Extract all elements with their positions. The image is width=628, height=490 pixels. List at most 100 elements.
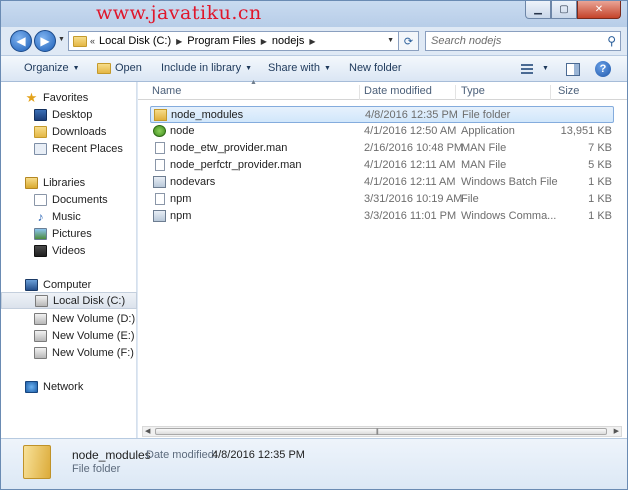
nav-music[interactable]: ♪ Music [1,208,137,225]
nav-label: New Volume (D:) [52,312,136,325]
file-date: 4/8/2016 12:35 PM [365,109,458,121]
grip-icon: ||| [376,429,379,435]
breadcrumb-nodejs[interactable]: nodejs [272,35,304,47]
nav-desktop[interactable]: Desktop [1,106,137,123]
file-row[interactable]: node_etw_provider.man 2/16/2016 10:48 PM… [150,140,614,157]
file-date: 2/16/2016 10:48 PM [364,142,464,154]
scroll-left-arrow-icon[interactable]: ◀ [145,427,150,436]
nav-libraries[interactable]: Libraries [1,174,137,191]
nav-new-volume-e[interactable]: New Volume (E:) [1,327,137,344]
include-in-library-button[interactable]: Include in library ▼ [161,62,252,74]
open-label: Open [115,62,142,74]
file-row[interactable]: node_modules 4/8/2016 12:35 PM File fold… [150,106,614,123]
music-note-icon: ♪ [37,209,44,224]
nav-computer[interactable]: Computer [1,276,137,293]
dropdown-arrow-icon: ▼ [72,64,80,72]
command-bar: Organize ▼ Open Include in library ▼ Share… [1,55,627,82]
new-folder-label: New folder [349,62,402,74]
pictures-icon [34,227,47,240]
file-row[interactable]: node 4/1/2016 12:50 AM Application 13,95… [150,123,614,140]
desktop-icon [34,108,47,121]
folder-icon [154,109,167,121]
nav-favorites[interactable]: ★ Favorites [1,89,137,106]
nav-label: Local Disk (C:) [53,294,126,307]
file-size: 5 KB [588,159,612,171]
nav-videos[interactable]: Videos [1,242,137,259]
close-button[interactable]: ✕ [577,1,621,19]
nav-new-volume-d[interactable]: New Volume (D:) [1,310,137,327]
column-header-type[interactable]: Type [461,85,551,100]
file-type: MAN File [461,159,507,171]
address-overflow-chevron[interactable]: « [90,36,95,46]
scrollbar-thumb[interactable]: ||| [155,428,607,435]
nav-network[interactable]: Network [1,378,137,395]
batch-file-icon [153,176,166,188]
recent-pages-dropdown-icon[interactable]: ▼ [58,36,65,43]
back-button[interactable]: ◀ [10,30,32,52]
file-type: MAN File [461,142,507,154]
large-folder-icon [23,445,51,479]
nav-label: New Volume (E:) [52,329,135,342]
file-icon [155,193,165,205]
nav-local-disk-c[interactable]: Local Disk (C:) [1,292,137,309]
batch-file-icon [153,210,166,222]
help-icon[interactable]: ? [595,61,611,77]
column-header-name[interactable]: Name [152,85,360,100]
nav-label: Pictures [52,227,92,240]
preview-pane-icon[interactable] [566,63,580,76]
search-box[interactable]: ⚲ [425,31,621,51]
maximize-button[interactable]: ▢ [551,1,577,19]
search-icon[interactable]: ⚲ [607,34,616,48]
open-button[interactable]: Open [97,62,142,74]
details-item-name: node_modules [72,448,151,462]
drive-icon [34,312,47,325]
breadcrumb-program-files[interactable]: Program Files [187,35,255,47]
nav-documents[interactable]: Documents [1,191,137,208]
address-bar[interactable]: « Local Disk (C:) ▶ Program Files ▶ node… [68,31,399,51]
minimize-button[interactable]: ▁ [525,1,551,19]
address-dropdown-icon[interactable]: ▼ [387,37,394,44]
breadcrumb-separator-icon[interactable]: ▶ [309,37,315,46]
horizontal-scrollbar[interactable]: ◀ ||| ▶ [142,426,622,437]
share-with-button[interactable]: Share with ▼ [268,62,331,74]
maximize-icon: ▢ [559,4,569,15]
refresh-button[interactable]: ⟳ [399,31,419,51]
breadcrumb-separator-icon[interactable]: ▶ [261,37,267,46]
file-size: 1 KB [588,210,612,222]
file-row[interactable]: npm 3/31/2016 10:19 AM File 1 KB [150,191,614,208]
file-date: 4/1/2016 12:50 AM [364,125,457,137]
file-name: node [170,125,195,137]
column-header-size[interactable]: Size [558,85,618,100]
file-name: npm [170,193,192,205]
file-row[interactable]: npm 3/3/2016 11:01 PM Windows Comma... 1… [150,208,614,225]
nav-label: Network [43,380,84,393]
file-date: 4/1/2016 12:11 AM [364,159,456,171]
breadcrumb-separator-icon[interactable]: ▶ [176,37,182,46]
file-date: 4/1/2016 12:11 AM [364,176,456,188]
nav-recent-places[interactable]: Recent Places [1,140,137,157]
window-controls: ▁ ▢ ✕ [525,1,621,19]
nav-new-volume-f[interactable]: New Volume (F:) [1,344,137,361]
forward-arrow-icon: ▶ [40,34,50,48]
scroll-right-arrow-icon[interactable]: ▶ [614,427,619,436]
breadcrumb-local-disk[interactable]: Local Disk (C:) [99,35,171,47]
column-header-date-modified[interactable]: Date modified [364,85,456,100]
nav-downloads[interactable]: Downloads [1,123,137,140]
nav-label: Videos [52,244,86,257]
new-folder-button[interactable]: New folder [349,62,402,74]
nav-label: Computer [43,278,92,291]
organize-button[interactable]: Organize ▼ [24,62,80,74]
file-size: 1 KB [588,176,612,188]
share-label: Share with [268,62,320,74]
forward-button[interactable]: ▶ [34,30,56,52]
file-row[interactable]: node_perfctr_provider.man 4/1/2016 12:11… [150,157,614,174]
file-row[interactable]: nodevars 4/1/2016 12:11 AM Windows Batch… [150,174,614,191]
file-name: node_perfctr_provider.man [170,159,302,171]
view-dropdown-icon[interactable]: ▼ [542,65,549,72]
change-view-icon[interactable] [521,64,533,75]
watermark-text: www.javatiku.cn [96,2,262,24]
nav-pictures[interactable]: Pictures [1,225,137,242]
star-icon: ★ [25,89,38,105]
include-label: Include in library [161,62,242,74]
search-input[interactable] [426,32,596,50]
